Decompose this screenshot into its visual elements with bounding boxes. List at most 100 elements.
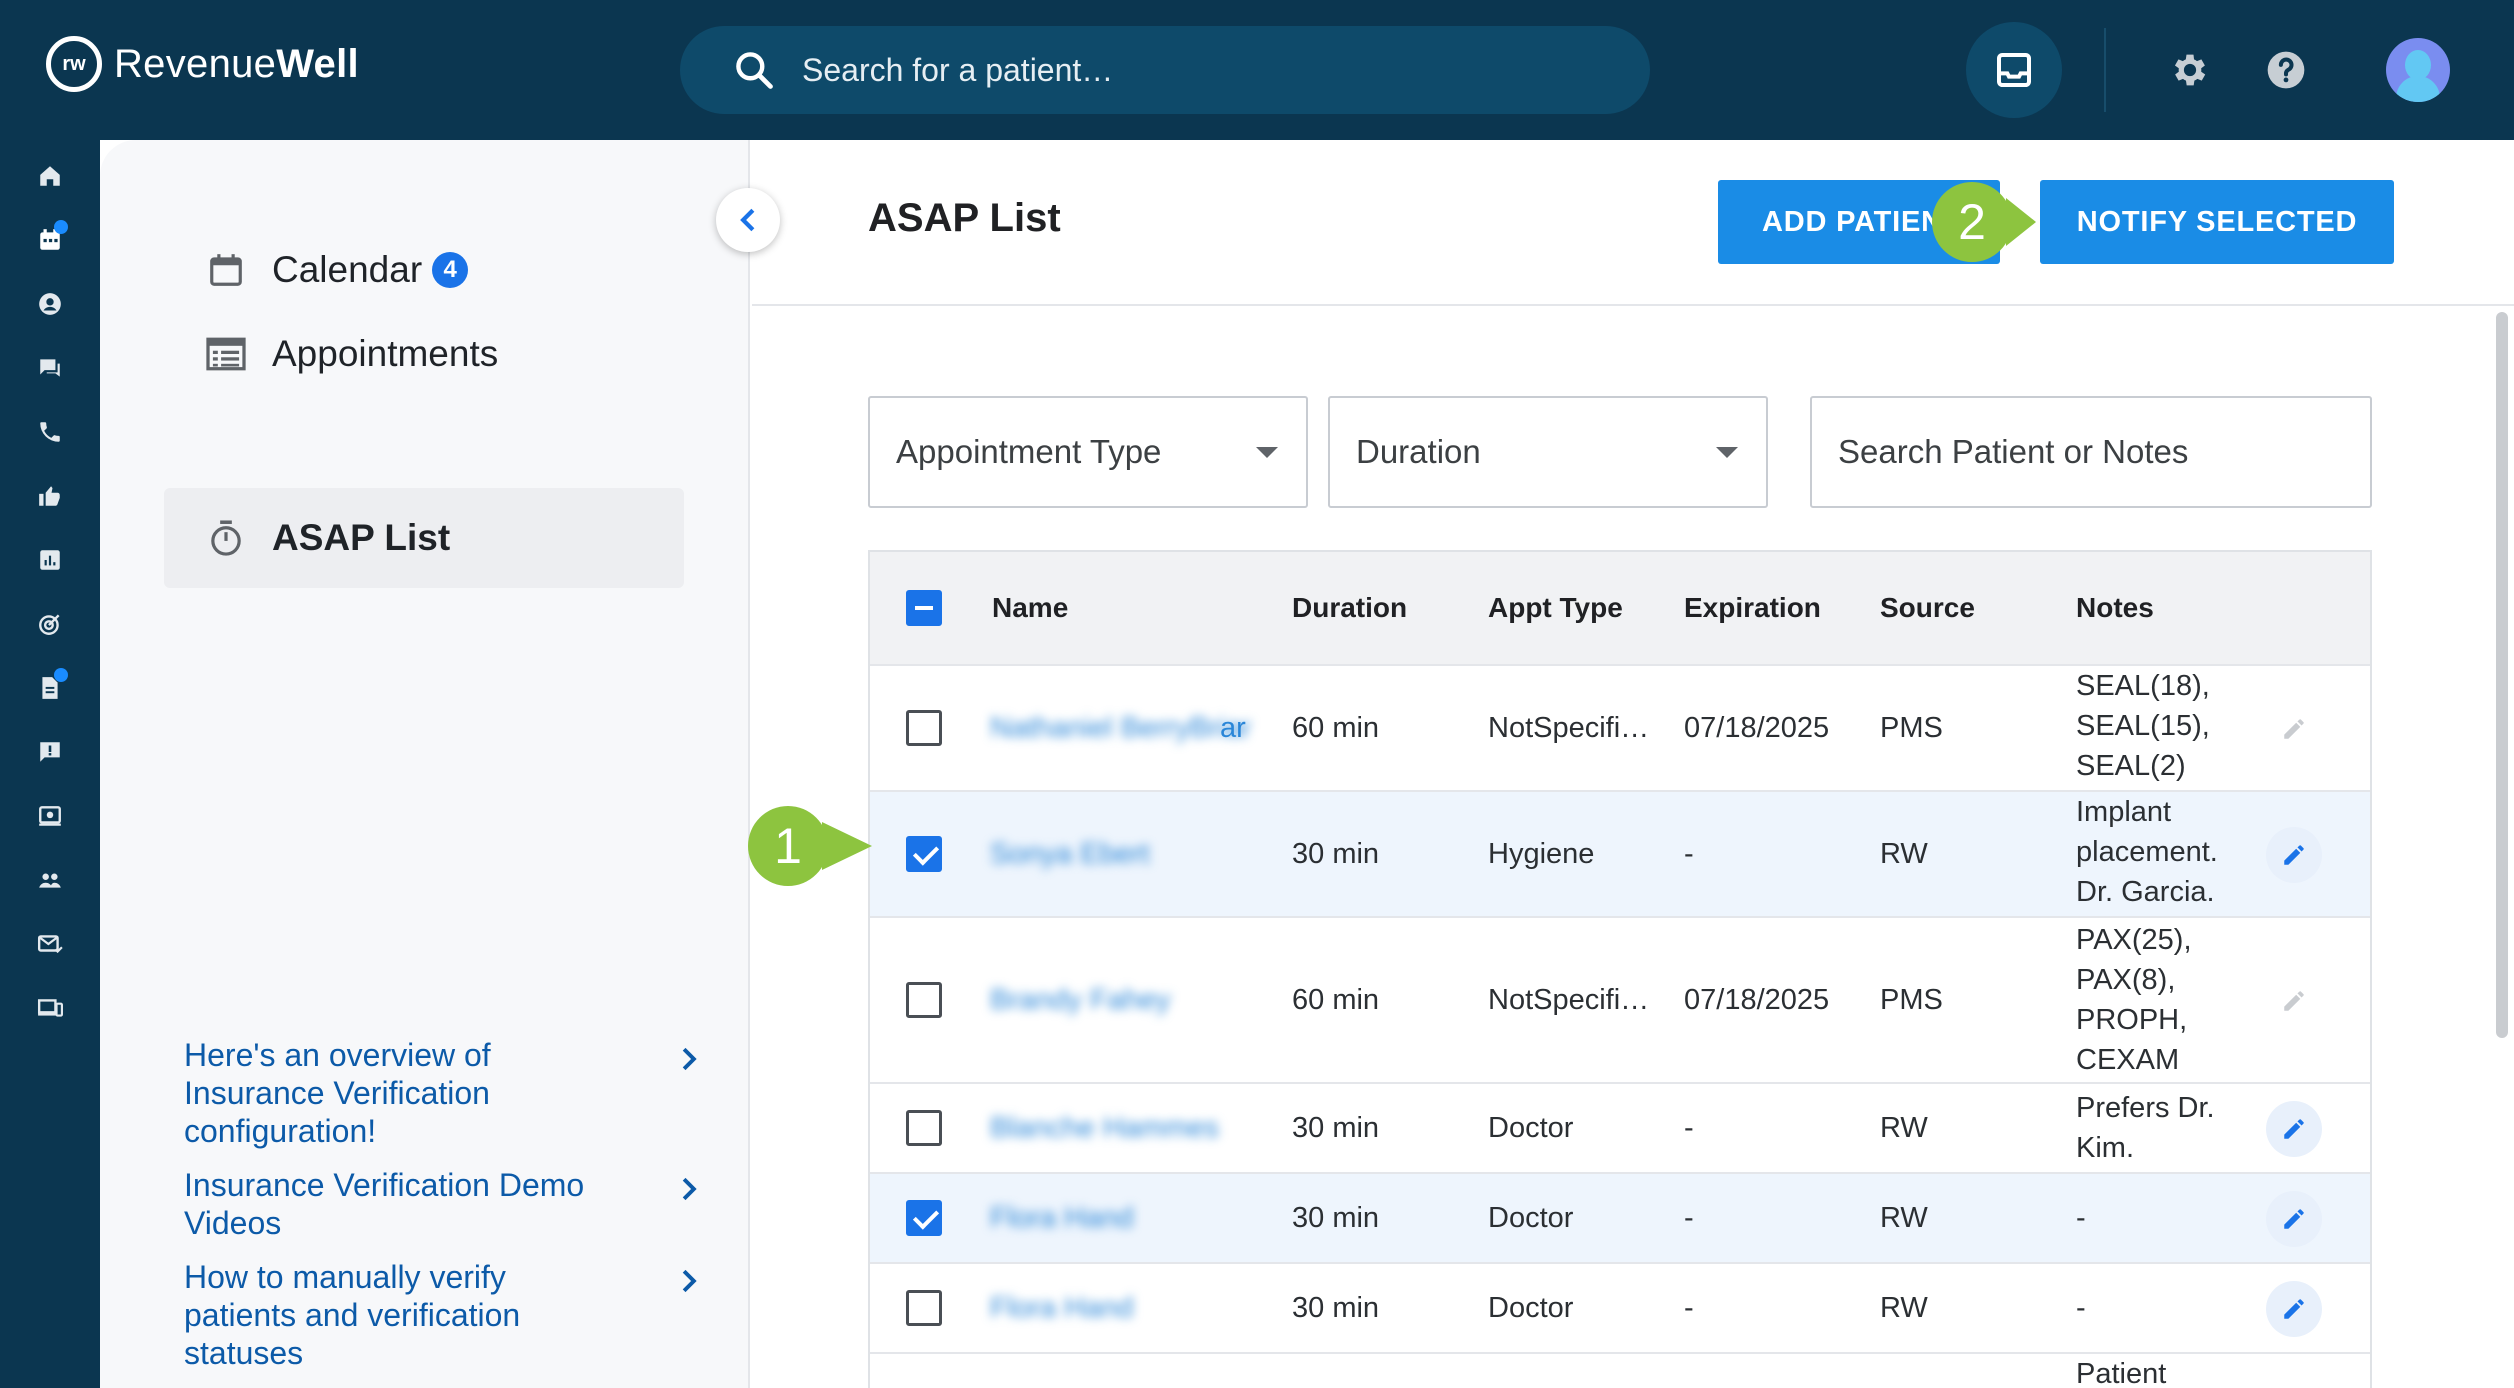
- chevron-right-icon: [674, 1040, 704, 1078]
- duration-cell: 30 min: [1292, 1202, 1380, 1234]
- scrollbar[interactable]: [2496, 312, 2508, 1038]
- rail-campaigns[interactable]: [30, 604, 70, 644]
- rail-messages[interactable]: [30, 348, 70, 388]
- rail-reports[interactable]: [30, 540, 70, 580]
- edit-button-disabled: [2266, 701, 2322, 757]
- rail-reviews[interactable]: [30, 476, 70, 516]
- help-link-text: Insurance Verification Demo Videos: [184, 1167, 585, 1241]
- column-header-source[interactable]: Source: [1880, 592, 1975, 624]
- column-header-duration[interactable]: Duration: [1292, 592, 1407, 624]
- table-row[interactable]: Flora Hand 30 min Doctor - RW -: [870, 1262, 2370, 1352]
- timer-icon: [206, 518, 246, 558]
- callout-step-2: 2: [1932, 182, 2036, 262]
- table-row[interactable]: Brandy Fahey 60 min NotSpecifi… 07/18/20…: [870, 916, 2370, 1082]
- row-checkbox[interactable]: [906, 1290, 942, 1326]
- appointment-type-select[interactable]: Appointment Type: [868, 396, 1308, 508]
- rail-phone[interactable]: [30, 412, 70, 452]
- sidebar-item-appointments[interactable]: Appointments: [164, 304, 684, 404]
- help-button[interactable]: [2260, 44, 2312, 96]
- patient-name-link[interactable]: Nathaniel BerryBriar: [990, 712, 1251, 745]
- row-checkbox[interactable]: [906, 710, 942, 746]
- edit-button[interactable]: [2266, 1281, 2322, 1337]
- row-checkbox[interactable]: [906, 836, 942, 872]
- rail-email[interactable]: [30, 924, 70, 964]
- search-patient-notes-input[interactable]: Search Patient or Notes: [1810, 396, 2372, 508]
- edit-button[interactable]: [2266, 1101, 2322, 1157]
- page-title: ASAP List: [868, 196, 1061, 240]
- patient-name-link[interactable]: Flora Hand: [990, 1292, 1133, 1325]
- pencil-icon: [2284, 845, 2304, 865]
- appt-type-cell: Doctor: [1488, 1292, 1574, 1324]
- expiration-cell: -: [1684, 1292, 1694, 1324]
- rail-payments[interactable]: [30, 796, 70, 836]
- duration-cell: 30 min: [1292, 1292, 1380, 1324]
- help-link-iv-overview[interactable]: Here's an overview of Insurance Verifica…: [184, 1036, 704, 1150]
- row-checkbox[interactable]: [906, 1110, 942, 1146]
- pencil-icon: [2284, 1209, 2304, 1229]
- column-header-appt-type[interactable]: Appt Type: [1488, 592, 1623, 624]
- row-checkbox[interactable]: [906, 982, 942, 1018]
- select-all-checkbox[interactable]: [906, 590, 942, 626]
- chevron-left-icon: [740, 208, 755, 232]
- source-cell: RW: [1880, 1292, 1928, 1324]
- help-link-iv-demo-videos[interactable]: Insurance Verification Demo Videos: [184, 1166, 704, 1242]
- row-checkbox[interactable]: [906, 1200, 942, 1236]
- patient-name-link[interactable]: Flora Hand: [990, 1202, 1133, 1235]
- list-icon: [206, 334, 246, 374]
- table-row[interactable]: Patient: [870, 1352, 2370, 1388]
- patient-name-link[interactable]: Brandy Fahey: [990, 984, 1171, 1017]
- table-row[interactable]: Sonya Ebert 30 min Hygiene - RW Implant p…: [870, 790, 2370, 916]
- collapse-sidebar-button[interactable]: [716, 188, 780, 252]
- inbox-button[interactable]: [1966, 22, 2062, 118]
- user-avatar[interactable]: [2386, 38, 2450, 102]
- table-row[interactable]: Blanche Hammes 30 min Doctor - RW Prefer…: [870, 1082, 2370, 1172]
- group-icon: [39, 873, 61, 888]
- rail-patients[interactable]: [30, 284, 70, 324]
- rail-forms[interactable]: [30, 668, 70, 708]
- duration-cell: 30 min: [1292, 838, 1380, 870]
- thumbs-up-icon: [39, 486, 60, 506]
- table-row[interactable]: Flora Hand 30 min Doctor - RW -: [870, 1172, 2370, 1262]
- table-row[interactable]: Nathaniel BerryBriar ar 60 min NotSpecif…: [870, 664, 2370, 790]
- rail-home[interactable]: [30, 156, 70, 196]
- column-header-expiration[interactable]: Expiration: [1684, 592, 1821, 624]
- rail-team[interactable]: [30, 860, 70, 900]
- revenuewell-logo[interactable]: rw RevenueWell: [46, 36, 359, 92]
- dropdown-arrow-icon: [1256, 446, 1278, 458]
- patient-search-input[interactable]: Search for a patient…: [680, 26, 1650, 114]
- edit-button[interactable]: [2266, 827, 2322, 883]
- notification-dot: [54, 220, 68, 234]
- edit-button-disabled: [2266, 973, 2322, 1029]
- sidebar-item-asap-list[interactable]: ASAP List: [164, 488, 684, 588]
- settings-button[interactable]: [2164, 44, 2216, 96]
- notify-selected-button[interactable]: NOTIFY SELECTED: [2040, 180, 2394, 264]
- help-link-text: How to manually verify patients and veri…: [184, 1259, 521, 1371]
- duration-select[interactable]: Duration: [1328, 396, 1768, 508]
- edit-button[interactable]: [2266, 1191, 2322, 1247]
- notification-dot: [54, 668, 68, 682]
- patient-name-tail: ar: [1220, 712, 1246, 744]
- help-link-manual-verify[interactable]: How to manually verify patients and veri…: [184, 1258, 704, 1372]
- column-header-notes[interactable]: Notes: [2076, 592, 2154, 624]
- sidebar-item-label: ASAP List: [272, 517, 451, 558]
- chevron-right-icon: [674, 1170, 704, 1208]
- sidebar-item-label: Calendar: [272, 249, 423, 290]
- column-header-name[interactable]: Name: [992, 592, 1068, 624]
- notes-cell: -: [2076, 1292, 2086, 1324]
- help-link-text: Here's an overview of Insurance Verifica…: [184, 1037, 491, 1149]
- rail-calendar[interactable]: [30, 220, 70, 260]
- main-header: ASAP List ADD PATIENT NOTIFY SELECTED: [752, 140, 2514, 306]
- pencil-icon: [2284, 1119, 2304, 1139]
- rail-feedback[interactable]: [30, 732, 70, 772]
- notes-cell: PAX(25), PAX(8), PROPH, CEXAM: [2076, 924, 2192, 1076]
- left-rail: [0, 140, 100, 1388]
- asap-table: Name Duration Appt Type Expiration Sourc…: [868, 550, 2372, 1388]
- email-icon: [37, 935, 63, 954]
- patient-name-link[interactable]: Blanche Hammes: [990, 1112, 1219, 1145]
- calendar-count-badge: 4: [432, 252, 469, 288]
- calendar-icon: [206, 250, 246, 290]
- source-cell: RW: [1880, 1112, 1928, 1144]
- rail-devices[interactable]: [30, 988, 70, 1028]
- home-icon: [40, 166, 60, 186]
- patient-name-link[interactable]: Sonya Ebert: [990, 838, 1150, 871]
